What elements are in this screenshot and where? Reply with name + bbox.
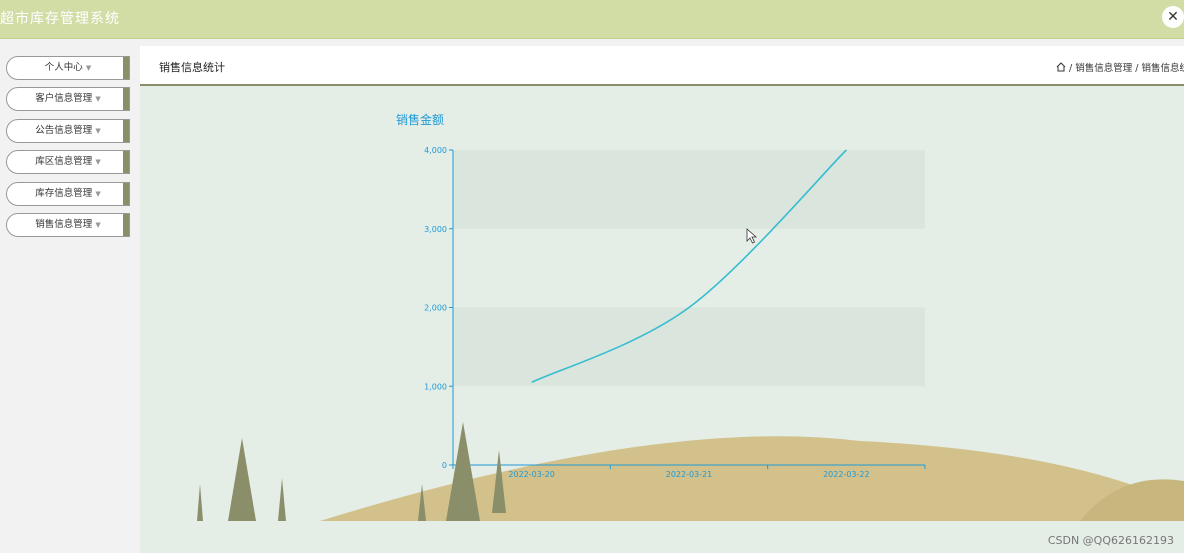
home-icon[interactable]: [1056, 62, 1066, 72]
y-tick-label: 1,000: [424, 382, 447, 391]
caret-down-icon: ▼: [95, 190, 101, 198]
caret-down-icon: ▼: [95, 158, 101, 166]
sidebar-item-accent: [123, 120, 129, 142]
app-title: 超市库存管理系统: [0, 11, 120, 27]
sidebar-item-label: 个人中心: [44, 62, 83, 73]
caret-down-icon: ▼: [95, 95, 101, 103]
y-tick-label: 3,000: [424, 225, 447, 234]
sidebar: 个人中心 ▼ 客户信息管理 ▼ 公告信息管理 ▼ 库区信息管理 ▼ 库存信息管理 ▼ 销售…: [0, 44, 140, 553]
sidebar-item-personal-center[interactable]: 个人中心 ▼: [6, 56, 130, 80]
sidebar-item-accent: [123, 214, 129, 236]
sidebar-item-accent: [123, 88, 129, 110]
grid-band: [453, 150, 925, 229]
caret-down-icon: ▼: [95, 127, 101, 135]
sales-line-chart: 0 1,000 2,000 3,000 4,000 2022-03-20 2022-03-2…: [197, 146, 1184, 521]
grid-band: [453, 229, 925, 308]
y-tick-label: 2,000: [424, 304, 447, 313]
content-header: 销售信息统计 / 销售信息管理 / 销售信息统计: [140, 46, 1184, 86]
x-tick-label: 2022-03-20: [508, 470, 554, 479]
caret-down-icon: ▼: [95, 221, 101, 229]
sidebar-item-label: 库存信息管理: [35, 188, 93, 199]
tree-decoration: [228, 438, 256, 521]
y-tick-label: 0: [442, 461, 447, 470]
sidebar-item-accent: [123, 151, 129, 173]
watermark: CSDN @QQ626162193: [1047, 534, 1174, 547]
sidebar-item-label: 库区信息管理: [35, 156, 93, 167]
page-title: 销售信息统计: [159, 61, 225, 74]
caret-down-icon: ▼: [85, 64, 92, 72]
tree-decoration: [197, 484, 203, 521]
x-tick-label: 2022-03-22: [823, 470, 870, 479]
sidebar-item-label: 公告信息管理: [35, 125, 93, 136]
grid-band: [453, 307, 925, 387]
breadcrumb: / 销售信息管理 / 销售信息统计: [1056, 60, 1184, 74]
tree-decoration: [278, 478, 286, 521]
sidebar-item-label: 销售信息管理: [35, 219, 93, 230]
sidebar-item-accent: [123, 57, 129, 79]
breadcrumb-path: / 销售信息管理 / 销售信息统计: [1069, 63, 1184, 74]
sidebar-item-sales[interactable]: 销售信息管理 ▼: [6, 213, 130, 237]
x-tick-label: 2022-03-21: [666, 470, 713, 479]
sidebar-item-warehouse[interactable]: 库区信息管理 ▼: [6, 150, 130, 174]
sidebar-item-announcement[interactable]: 公告信息管理 ▼: [6, 119, 130, 143]
close-icon[interactable]: ✕: [1162, 6, 1184, 28]
sidebar-item-accent: [123, 183, 129, 205]
top-bar: 超市库存管理系统 ✕: [0, 0, 1184, 39]
sidebar-item-customer[interactable]: 客户信息管理 ▼: [6, 87, 130, 111]
y-tick-label: 4,000: [424, 146, 447, 155]
sidebar-item-inventory[interactable]: 库存信息管理 ▼: [6, 182, 130, 206]
main-content: 销售金额 0 1,000 2,000 3,000 4,000 2022-03-20 2022…: [140, 86, 1184, 553]
sidebar-item-label: 客户信息管理: [35, 93, 93, 104]
